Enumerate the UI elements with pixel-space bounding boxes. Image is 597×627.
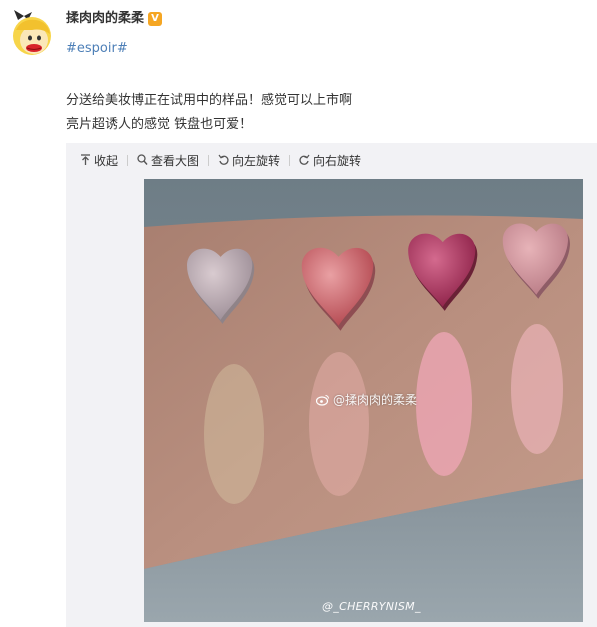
photo-credit: @_CHERRYNISM_ bbox=[322, 600, 421, 613]
watermark-text: @揉肉肉的柔柔 bbox=[333, 393, 418, 407]
rotate-right-label[interactable]: 向右旋转 bbox=[313, 152, 361, 169]
avatar[interactable] bbox=[8, 8, 56, 60]
toolbar-divider bbox=[127, 154, 129, 166]
collapse-label[interactable]: 收起 bbox=[94, 152, 118, 169]
rotate-left-button[interactable]: 向左旋转 bbox=[218, 152, 280, 169]
cartoon-girl-avatar-icon bbox=[13, 10, 51, 55]
view-large-button[interactable]: 查看大图 bbox=[137, 152, 199, 169]
media-expanded-panel: 收起 查看大图 向左旋转 向右旋转 bbox=[66, 143, 597, 627]
post-text: 分送给美妆博正在试用中的样品！感觉可以上市啊 亮片超诱人的感觉 铁盘也可爱！ bbox=[66, 89, 352, 137]
hashtag-link[interactable]: #espoir# bbox=[66, 41, 128, 57]
collapse-button[interactable]: 收起 bbox=[80, 152, 118, 169]
toolbar-divider bbox=[208, 154, 210, 166]
image-watermark: @揉肉肉的柔柔 bbox=[316, 391, 417, 408]
username[interactable]: 揉肉肉的柔柔 V bbox=[66, 10, 163, 28]
rotate-right-icon bbox=[299, 154, 310, 165]
magnifier-icon bbox=[137, 154, 148, 165]
rotate-right-button[interactable]: 向右旋转 bbox=[299, 152, 361, 169]
rotate-left-label[interactable]: 向左旋转 bbox=[232, 152, 280, 169]
toolbar-divider bbox=[289, 154, 291, 166]
weibo-logo-icon bbox=[316, 394, 329, 406]
verified-badge-icon: V bbox=[148, 12, 163, 26]
media-toolbar: 收起 查看大图 向左旋转 向右旋转 bbox=[80, 151, 361, 169]
post-text-line: 分送给美妆博正在试用中的样品！感觉可以上市啊 bbox=[66, 93, 353, 108]
view-large-label[interactable]: 查看大图 bbox=[151, 152, 199, 169]
rotate-left-icon bbox=[218, 154, 229, 165]
collapse-arrow-icon bbox=[81, 154, 90, 165]
post-text-line: 亮片超诱人的感觉 铁盘也可爱！ bbox=[66, 117, 253, 132]
username-text[interactable]: 揉肉肉的柔柔 bbox=[66, 10, 144, 28]
